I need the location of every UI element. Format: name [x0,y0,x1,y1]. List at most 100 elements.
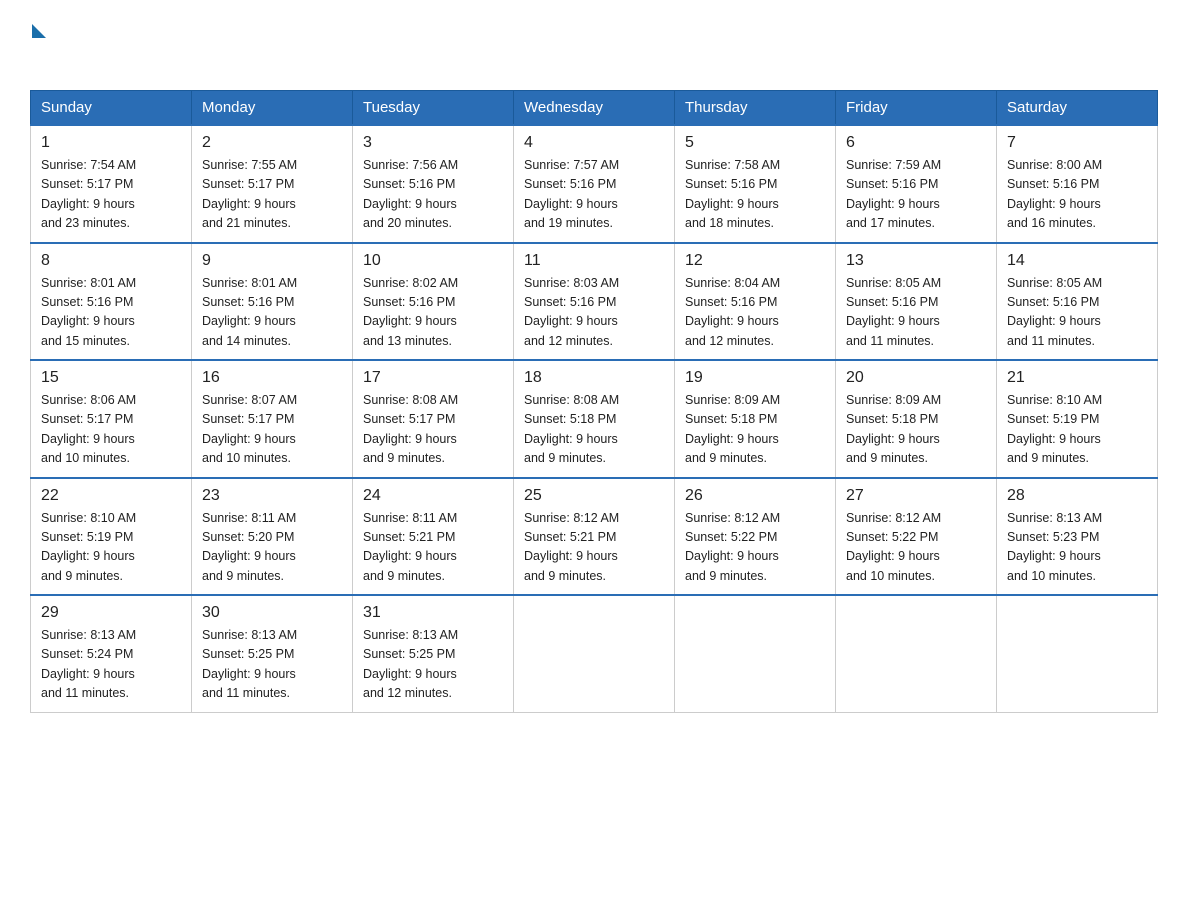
column-header-sunday: Sunday [31,91,192,126]
calendar-cell: 22 Sunrise: 8:10 AM Sunset: 5:19 PM Dayli… [31,478,192,596]
day-info: Sunrise: 7:59 AM Sunset: 5:16 PM Dayligh… [846,156,986,234]
calendar-cell: 29 Sunrise: 8:13 AM Sunset: 5:24 PM Dayli… [31,595,192,712]
day-info: Sunrise: 8:13 AM Sunset: 5:24 PM Dayligh… [41,626,181,704]
calendar-cell: 4 Sunrise: 7:57 AM Sunset: 5:16 PM Daylig… [514,125,675,243]
day-info: Sunrise: 8:13 AM Sunset: 5:23 PM Dayligh… [1007,509,1147,587]
column-header-tuesday: Tuesday [353,91,514,126]
calendar-cell: 24 Sunrise: 8:11 AM Sunset: 5:21 PM Dayli… [353,478,514,596]
calendar-cell: 10 Sunrise: 8:02 AM Sunset: 5:16 PM Dayli… [353,243,514,361]
calendar-cell: 31 Sunrise: 8:13 AM Sunset: 5:25 PM Dayli… [353,595,514,712]
day-number: 29 [41,604,181,622]
day-number: 1 [41,134,181,152]
page-header [30,20,1158,70]
day-info: Sunrise: 8:12 AM Sunset: 5:21 PM Dayligh… [524,509,664,587]
day-info: Sunrise: 8:01 AM Sunset: 5:16 PM Dayligh… [41,274,181,352]
day-info: Sunrise: 7:54 AM Sunset: 5:17 PM Dayligh… [41,156,181,234]
calendar-cell: 21 Sunrise: 8:10 AM Sunset: 5:19 PM Dayli… [997,360,1158,478]
day-number: 4 [524,134,664,152]
column-header-saturday: Saturday [997,91,1158,126]
calendar-header: SundayMondayTuesdayWednesdayThursdayFrid… [31,91,1158,126]
column-header-friday: Friday [836,91,997,126]
day-info: Sunrise: 8:01 AM Sunset: 5:16 PM Dayligh… [202,274,342,352]
calendar-cell: 14Sunrise: 8:05 AM Sunset: 5:16 PM Dayli… [997,243,1158,361]
day-info: Sunrise: 7:56 AM Sunset: 5:16 PM Dayligh… [363,156,503,234]
calendar-cell: 9 Sunrise: 8:01 AM Sunset: 5:16 PM Daylig… [192,243,353,361]
day-info: Sunrise: 8:06 AM Sunset: 5:17 PM Dayligh… [41,391,181,469]
calendar-week-1: 1 Sunrise: 7:54 AM Sunset: 5:17 PM Daylig… [31,125,1158,243]
day-number: 18 [524,369,664,387]
day-info: Sunrise: 8:13 AM Sunset: 5:25 PM Dayligh… [363,626,503,704]
day-info: Sunrise: 8:10 AM Sunset: 5:19 PM Dayligh… [41,509,181,587]
day-number: 6 [846,134,986,152]
calendar-cell [836,595,997,712]
day-info: Sunrise: 7:57 AM Sunset: 5:16 PM Dayligh… [524,156,664,234]
day-info: Sunrise: 8:05 AM Sunset: 5:16 PM Dayligh… [1007,274,1147,352]
day-number: 20 [846,369,986,387]
calendar-cell: 15 Sunrise: 8:06 AM Sunset: 5:17 PM Dayli… [31,360,192,478]
day-info: Sunrise: 8:09 AM Sunset: 5:18 PM Dayligh… [685,391,825,469]
calendar-table: SundayMondayTuesdayWednesdayThursdayFrid… [30,90,1158,713]
day-info: Sunrise: 8:12 AM Sunset: 5:22 PM Dayligh… [846,509,986,587]
day-info: Sunrise: 8:02 AM Sunset: 5:16 PM Dayligh… [363,274,503,352]
day-number: 28 [1007,487,1147,505]
calendar-cell: 7 Sunrise: 8:00 AM Sunset: 5:16 PM Daylig… [997,125,1158,243]
day-number: 17 [363,369,503,387]
calendar-cell: 6 Sunrise: 7:59 AM Sunset: 5:16 PM Daylig… [836,125,997,243]
day-number: 25 [524,487,664,505]
day-info: Sunrise: 8:07 AM Sunset: 5:17 PM Dayligh… [202,391,342,469]
day-number: 13 [846,252,986,270]
day-number: 9 [202,252,342,270]
day-number: 7 [1007,134,1147,152]
calendar-week-3: 15 Sunrise: 8:06 AM Sunset: 5:17 PM Dayli… [31,360,1158,478]
calendar-cell: 8 Sunrise: 8:01 AM Sunset: 5:16 PM Daylig… [31,243,192,361]
day-number: 22 [41,487,181,505]
calendar-cell: 19 Sunrise: 8:09 AM Sunset: 5:18 PM Dayli… [675,360,836,478]
day-info: Sunrise: 8:11 AM Sunset: 5:20 PM Dayligh… [202,509,342,587]
calendar-week-5: 29 Sunrise: 8:13 AM Sunset: 5:24 PM Dayli… [31,595,1158,712]
calendar-cell: 11 Sunrise: 8:03 AM Sunset: 5:16 PM Dayli… [514,243,675,361]
calendar-cell: 16 Sunrise: 8:07 AM Sunset: 5:17 PM Dayli… [192,360,353,478]
day-info: Sunrise: 7:55 AM Sunset: 5:17 PM Dayligh… [202,156,342,234]
day-info: Sunrise: 7:58 AM Sunset: 5:16 PM Dayligh… [685,156,825,234]
day-info: Sunrise: 8:08 AM Sunset: 5:17 PM Dayligh… [363,391,503,469]
calendar-cell [514,595,675,712]
day-number: 8 [41,252,181,270]
logo-arrow-icon [32,24,46,38]
calendar-cell: 12 Sunrise: 8:04 AM Sunset: 5:16 PM Dayli… [675,243,836,361]
day-info: Sunrise: 8:00 AM Sunset: 5:16 PM Dayligh… [1007,156,1147,234]
calendar-cell: 28 Sunrise: 8:13 AM Sunset: 5:23 PM Dayli… [997,478,1158,596]
calendar-cell: 3 Sunrise: 7:56 AM Sunset: 5:16 PM Daylig… [353,125,514,243]
day-number: 15 [41,369,181,387]
day-number: 11 [524,252,664,270]
calendar-cell: 25 Sunrise: 8:12 AM Sunset: 5:21 PM Dayli… [514,478,675,596]
day-number: 3 [363,134,503,152]
calendar-body: 1 Sunrise: 7:54 AM Sunset: 5:17 PM Daylig… [31,125,1158,712]
day-info: Sunrise: 8:12 AM Sunset: 5:22 PM Dayligh… [685,509,825,587]
day-number: 5 [685,134,825,152]
calendar-cell: 2 Sunrise: 7:55 AM Sunset: 5:17 PM Daylig… [192,125,353,243]
day-number: 16 [202,369,342,387]
day-number: 19 [685,369,825,387]
day-info: Sunrise: 8:03 AM Sunset: 5:16 PM Dayligh… [524,274,664,352]
day-number: 24 [363,487,503,505]
calendar-cell: 26 Sunrise: 8:12 AM Sunset: 5:22 PM Dayli… [675,478,836,596]
calendar-week-2: 8 Sunrise: 8:01 AM Sunset: 5:16 PM Daylig… [31,243,1158,361]
day-info: Sunrise: 8:09 AM Sunset: 5:18 PM Dayligh… [846,391,986,469]
day-number: 2 [202,134,342,152]
day-number: 21 [1007,369,1147,387]
day-number: 26 [685,487,825,505]
calendar-cell: 17 Sunrise: 8:08 AM Sunset: 5:17 PM Dayli… [353,360,514,478]
day-number: 10 [363,252,503,270]
column-header-thursday: Thursday [675,91,836,126]
day-number: 31 [363,604,503,622]
day-number: 30 [202,604,342,622]
day-number: 12 [685,252,825,270]
column-header-wednesday: Wednesday [514,91,675,126]
calendar-cell: 27Sunrise: 8:12 AM Sunset: 5:22 PM Dayli… [836,478,997,596]
day-info: Sunrise: 8:04 AM Sunset: 5:16 PM Dayligh… [685,274,825,352]
calendar-cell [675,595,836,712]
calendar-cell: 1 Sunrise: 7:54 AM Sunset: 5:17 PM Daylig… [31,125,192,243]
day-info: Sunrise: 8:10 AM Sunset: 5:19 PM Dayligh… [1007,391,1147,469]
day-info: Sunrise: 8:08 AM Sunset: 5:18 PM Dayligh… [524,391,664,469]
day-info: Sunrise: 8:11 AM Sunset: 5:21 PM Dayligh… [363,509,503,587]
